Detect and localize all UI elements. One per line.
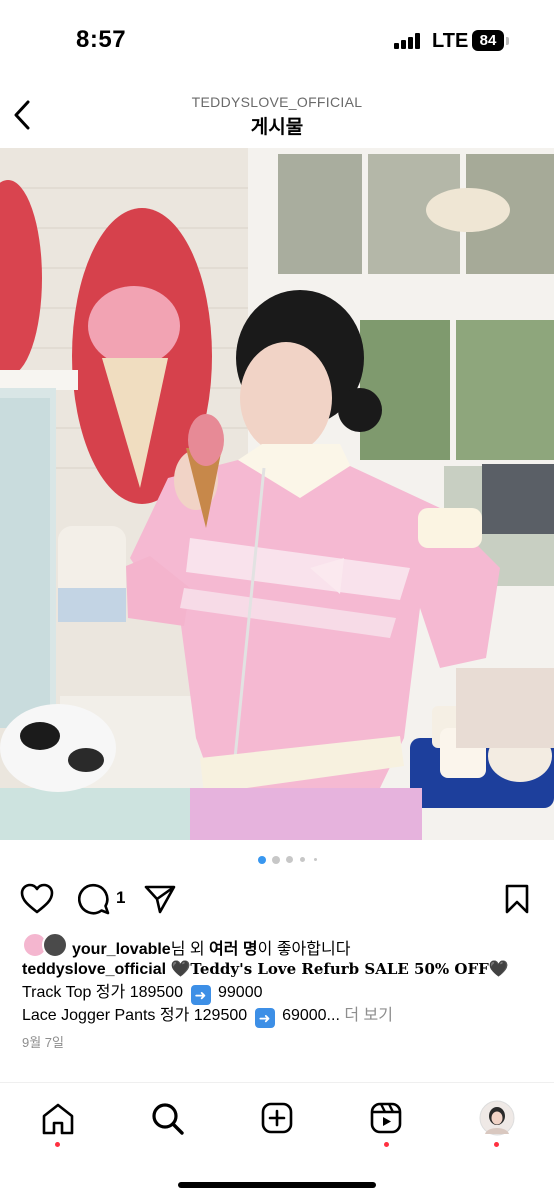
black-heart-icon: 🖤	[170, 961, 191, 978]
track-top-label: Track Top 정가 189500	[22, 983, 184, 1001]
profile-avatar[interactable]	[479, 1100, 515, 1136]
track-top-price: 99000	[218, 983, 263, 1001]
jogger-label: Lace Jogger Pants 정가 129500	[22, 1006, 248, 1024]
create-post-icon[interactable]	[261, 1102, 293, 1134]
status-bar: 8:57 LTE 84	[0, 0, 554, 84]
more-link[interactable]: 더 보기	[344, 1007, 393, 1024]
likes-suffix-2: 이 좋아합니다	[257, 941, 351, 958]
right-arrow-icon: ➜	[254, 1007, 275, 1028]
carousel-dot-active	[258, 856, 266, 864]
post-date: 9월 7일	[22, 1035, 64, 1050]
page-title: 게시물	[250, 117, 304, 138]
battery-cap	[506, 37, 509, 45]
search-icon[interactable]	[151, 1102, 185, 1136]
post-caption: teddyslove_official 🖤Teddy's Love Refurb…	[22, 958, 542, 1028]
caption-username[interactable]: teddyslove_official	[22, 961, 166, 978]
battery-icon: 84	[472, 30, 504, 51]
carousel-dot	[300, 857, 305, 862]
caption-line-3: Lace Jogger Pants 정가 129500 ➜ 69000... 더…	[22, 1005, 542, 1028]
signal-icon	[394, 33, 420, 49]
home-notification-dot	[55, 1142, 60, 1147]
home-icon[interactable]	[41, 1103, 75, 1135]
account-name[interactable]: TEDDYSLOVE_OFFICIAL	[0, 94, 554, 110]
post-image[interactable]	[0, 148, 554, 840]
carousel-dot	[314, 858, 317, 861]
bookmark-icon[interactable]	[504, 884, 530, 914]
reels-icon[interactable]	[370, 1102, 402, 1134]
comment-icon[interactable]	[78, 883, 110, 915]
post-actions: 1	[0, 878, 554, 920]
jogger-price: 69000...	[282, 1006, 340, 1024]
likes-suffix-1: 님 외	[170, 941, 210, 958]
liker-avatar	[42, 932, 68, 958]
likes-others[interactable]: 여러 명	[209, 941, 258, 958]
battery-level: 84	[479, 32, 497, 49]
likes-text: your_lovable님 외 여러 명이 좋아합니다	[72, 935, 350, 959]
carousel-dot	[272, 856, 280, 864]
home-indicator[interactable]	[178, 1182, 376, 1188]
right-arrow-icon: ➜	[190, 984, 211, 1005]
caption-line-1: teddyslove_official 🖤Teddy's Love Refurb…	[22, 958, 542, 982]
liker-username[interactable]: your_lovable	[72, 941, 171, 958]
caption-headline: Teddy's Love Refurb SALE 50% OFF	[190, 960, 489, 978]
status-time: 8:57	[76, 26, 127, 53]
caption-line-2: Track Top 정가 189500 ➜ 99000	[22, 982, 542, 1005]
paper-plane-icon[interactable]	[144, 884, 176, 914]
post-photo-illustration	[0, 148, 554, 840]
heart-icon[interactable]	[20, 883, 54, 915]
profile-notification-dot	[494, 1142, 499, 1147]
black-heart-icon: 🖤	[488, 961, 509, 978]
carousel-dot	[286, 856, 293, 863]
post-header: TEDDYSLOVE_OFFICIAL 게시물	[0, 84, 554, 148]
comment-count: 1	[116, 888, 126, 907]
reels-notification-dot	[384, 1142, 389, 1147]
network-label: LTE	[432, 30, 469, 52]
